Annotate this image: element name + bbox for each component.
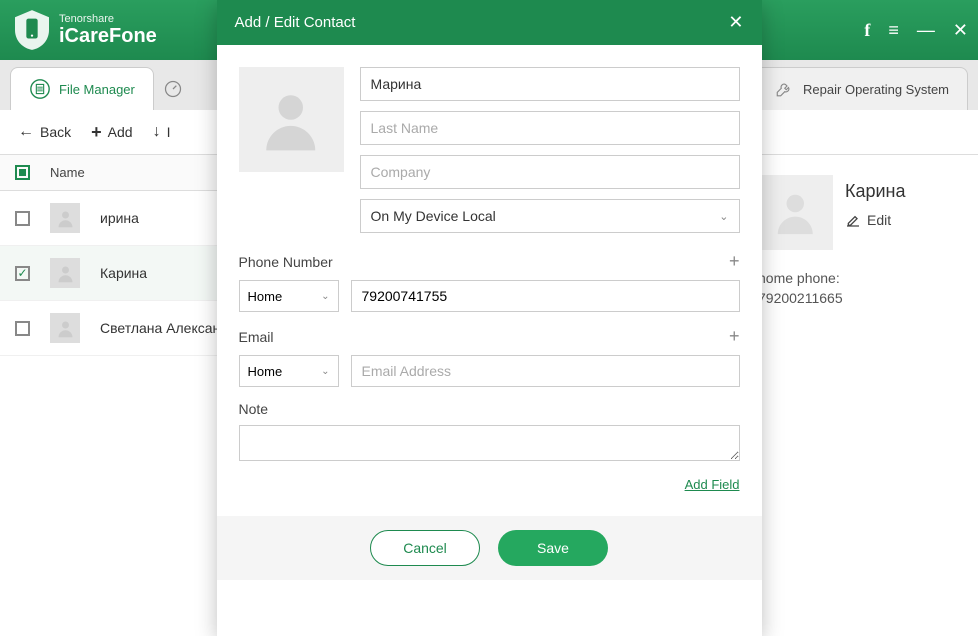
modal-avatar[interactable]: [239, 67, 344, 172]
company-field[interactable]: [360, 155, 740, 189]
chevron-down-icon: ⌄: [321, 366, 329, 377]
modal-body: On My Device Local ⌄ Phone Number + Home…: [217, 45, 762, 516]
modal-footer: Cancel Save: [217, 516, 762, 580]
add-field-link[interactable]: Add Field: [685, 477, 740, 492]
modal-close-icon[interactable]: ✕: [728, 12, 743, 33]
cancel-button[interactable]: Cancel: [370, 530, 480, 566]
email-section-label: Email +: [239, 326, 740, 347]
modal-title: Add / Edit Contact: [235, 14, 356, 31]
edit-contact-modal: Add / Edit Contact ✕ On My Device Local …: [217, 0, 762, 636]
email-value-field[interactable]: [351, 355, 740, 387]
note-label: Note: [239, 401, 740, 417]
save-button[interactable]: Save: [498, 530, 608, 566]
location-value: On My Device Local: [371, 208, 496, 224]
modal-overlay: Add / Edit Contact ✕ On My Device Local …: [0, 0, 978, 636]
phone-type-select[interactable]: Home⌄: [239, 280, 339, 312]
note-field[interactable]: [239, 425, 740, 461]
last-name-field[interactable]: [360, 111, 740, 145]
location-select[interactable]: On My Device Local ⌄: [360, 199, 740, 233]
add-email-icon[interactable]: +: [729, 326, 740, 347]
phone-section-label: Phone Number +: [239, 251, 740, 272]
chevron-down-icon: ⌄: [321, 291, 329, 302]
chevron-down-icon: ⌄: [719, 210, 728, 223]
email-type-select[interactable]: Home⌄: [239, 355, 339, 387]
modal-header: Add / Edit Contact ✕: [217, 0, 762, 45]
phone-value-field[interactable]: [351, 280, 740, 312]
first-name-field[interactable]: [360, 67, 740, 101]
add-phone-icon[interactable]: +: [729, 251, 740, 272]
